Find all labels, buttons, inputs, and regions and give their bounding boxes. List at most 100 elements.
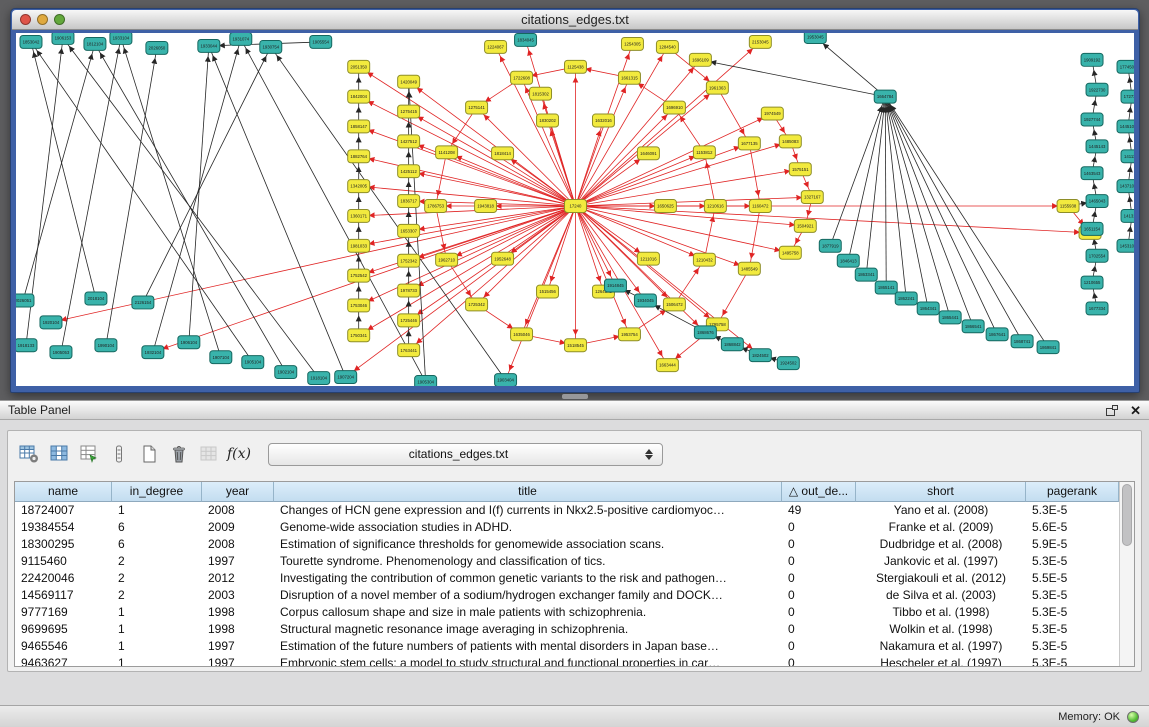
table-edit-icon[interactable] (74, 440, 104, 468)
network-node[interactable]: 1752542 (348, 269, 370, 282)
network-node[interactable]: 1920104 (40, 316, 62, 329)
network-node[interactable]: 1485083 (779, 135, 801, 148)
table-selector-dropdown[interactable]: citations_edges.txt (268, 443, 663, 466)
network-node[interactable]: 1653307 (398, 224, 420, 237)
network-node[interactable]: 1858147 (348, 120, 370, 133)
network-node[interactable]: 1907104 (210, 351, 232, 364)
network-node[interactable]: 1864341 (917, 302, 939, 315)
minimize-window-icon[interactable] (37, 14, 48, 25)
network-node[interactable]: 1903404 (495, 374, 517, 386)
network-node[interactable]: 1863341 (855, 268, 877, 281)
network-node[interactable]: 1952648 (492, 252, 514, 265)
table-row[interactable]: 1872400712008Changes of HCN gene express… (15, 502, 1119, 519)
column-header-title[interactable]: title (274, 482, 782, 502)
network-node[interactable]: 1725446 (398, 314, 420, 327)
network-node[interactable]: 1930754 (260, 40, 282, 53)
panel-divider-grip[interactable] (562, 394, 588, 399)
network-node[interactable]: 1155938 (1057, 200, 1079, 213)
network-node[interactable]: 2126154 (132, 296, 154, 309)
network-node[interactable]: 1905304 (415, 376, 437, 386)
network-node[interactable]: 1210432 (693, 253, 715, 266)
network-node[interactable]: 1663444 (656, 359, 678, 372)
import-table-icon[interactable] (194, 440, 224, 468)
network-node[interactable]: 1465043 (1086, 195, 1108, 208)
network-node[interactable]: 1905053 (50, 346, 72, 359)
network-node[interactable]: 1427512 (398, 135, 420, 148)
network-node[interactable]: 17240 (565, 200, 587, 213)
network-node[interactable]: 1774501 (1117, 60, 1134, 73)
network-node[interactable]: 1125438 (565, 60, 587, 73)
network-node[interactable]: 1990104 (95, 339, 117, 352)
network-node[interactable]: 1515456 (537, 285, 559, 298)
network-node[interactable]: 1869841 (1037, 341, 1059, 354)
network-canvas[interactable]: 1724016506251646091163201618302021818414… (16, 33, 1134, 386)
network-node[interactable]: 1650625 (654, 200, 676, 213)
network-node[interactable]: 1824502 (749, 349, 771, 362)
table-row[interactable]: 946554611997Estimation of the future num… (15, 638, 1119, 655)
table-row[interactable]: 977716911998Corpus callosum shape and si… (15, 604, 1119, 621)
network-node[interactable]: 1342005 (348, 180, 370, 193)
network-node[interactable]: 1933104 (110, 33, 132, 44)
network-node[interactable]: 2153045 (749, 35, 771, 48)
network-node[interactable]: 1750341 (348, 329, 370, 342)
network-node[interactable]: 1902104 (275, 366, 297, 379)
close-window-icon[interactable] (20, 14, 31, 25)
network-node[interactable]: 1722608 (511, 71, 533, 84)
table-row[interactable]: 946362711997Embryonic stem cells: a mode… (15, 655, 1119, 666)
network-node[interactable]: 1865441 (939, 311, 961, 324)
network-node[interactable]: 1661315 (618, 71, 640, 84)
network-node[interactable]: 1867641 (986, 328, 1008, 341)
network-node[interactable]: 1868842 (721, 338, 743, 351)
network-node[interactable]: 1141208 (436, 146, 458, 159)
network-node[interactable]: 1786753 (425, 200, 447, 213)
network-node[interactable]: 1485549 (738, 262, 760, 275)
column-header-name[interactable]: name (15, 482, 112, 502)
network-node[interactable]: 1677334 (1086, 302, 1108, 315)
network-node[interactable]: 1646091 (637, 147, 659, 160)
network-node[interactable]: 1453103 (1117, 239, 1134, 252)
network-node[interactable]: 1877919 (819, 239, 841, 252)
network-node[interactable]: 1909192 (1081, 53, 1103, 66)
network-node[interactable]: 1906104 (178, 336, 200, 349)
network-node[interactable]: 1275415 (398, 105, 420, 118)
network-node[interactable]: 1918104 (308, 372, 330, 385)
network-node[interactable]: 1763441 (398, 344, 420, 357)
network-node[interactable]: 1962710 (436, 253, 458, 266)
network-node[interactable]: 1924502 (777, 357, 799, 370)
network-node[interactable]: 1753046 (348, 299, 370, 312)
network-node[interactable]: 1927744 (1081, 113, 1103, 126)
network-node[interactable]: 1868741 (1011, 335, 1033, 348)
network-node[interactable]: 1275141 (466, 101, 488, 114)
network-node[interactable]: 1463543 (1081, 167, 1103, 180)
network-node[interactable]: 1495758 (779, 246, 801, 259)
network-node[interactable]: 1905554 (310, 35, 332, 48)
network-node[interactable]: 1506472 (663, 298, 685, 311)
network-node[interactable]: 1818414 (492, 147, 514, 160)
network-node[interactable]: 1853042 (20, 35, 42, 48)
network-node[interactable]: 1815302 (530, 87, 552, 100)
network-node[interactable]: 1914845 (604, 279, 626, 292)
network-node[interactable]: 1160472 (749, 200, 771, 213)
network-node[interactable]: 1420049 (398, 75, 420, 88)
network-node[interactable]: 1504921 (794, 219, 816, 232)
network-node[interactable]: 1943818 (475, 200, 497, 213)
function-builder-icon[interactable]: f(x) (224, 440, 254, 468)
network-node[interactable]: 1664784 (874, 90, 896, 103)
column-header-year[interactable]: year (202, 482, 274, 502)
close-panel-icon[interactable]: ✕ (1130, 404, 1141, 417)
network-node[interactable]: 1931074 (230, 33, 252, 45)
network-node[interactable]: 1866541 (962, 320, 984, 333)
network-node[interactable]: 1360171 (348, 210, 370, 223)
network-node[interactable]: 1224067 (485, 40, 507, 53)
network-node[interactable]: 1812104 (84, 37, 106, 50)
network-node[interactable]: 1632016 (592, 114, 614, 127)
table-row[interactable]: 911546021997Tourette syndrome. Phenomeno… (15, 553, 1119, 570)
network-node[interactable]: 1696109 (689, 53, 711, 66)
network-node[interactable]: 2026050 (146, 41, 168, 54)
network-node[interactable]: 1834045 (515, 33, 537, 46)
window-titlebar[interactable]: citations_edges.txt (12, 10, 1138, 30)
network-node[interactable]: 1635046 (511, 328, 533, 341)
network-node[interactable]: 1445103 (1117, 120, 1134, 133)
network-node[interactable]: 1752342 (398, 254, 420, 267)
network-node[interactable]: 1953045 (804, 33, 826, 43)
